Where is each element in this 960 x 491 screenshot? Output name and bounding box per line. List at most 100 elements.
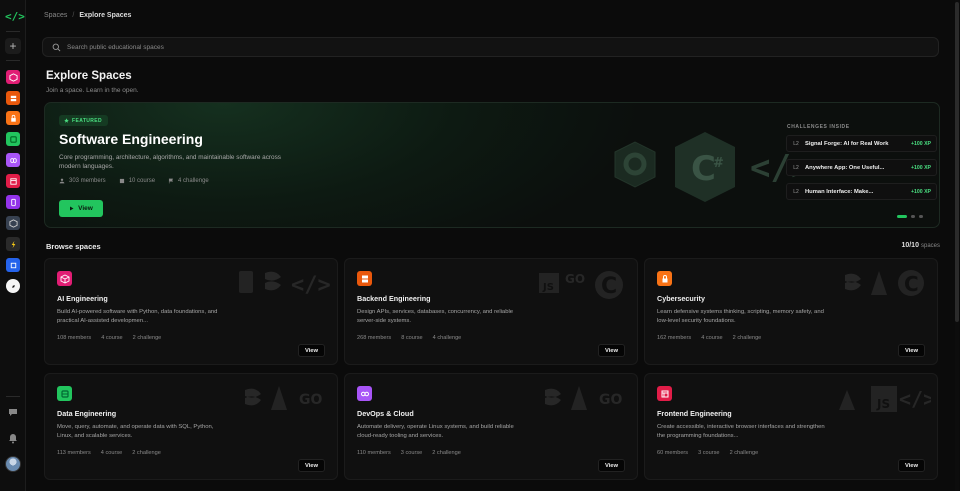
user-avatar[interactable] — [5, 456, 21, 472]
chat-icon[interactable] — [7, 406, 19, 418]
svg-text:JS: JS — [542, 282, 554, 293]
svg-text:</>: </> — [899, 387, 931, 411]
featured-courses-text: 10 course — [128, 178, 156, 184]
tech-decoration-icon: JS </> — [839, 386, 931, 412]
challenge-item[interactable]: L2 Anywhere App: One Useful... +100 XP — [786, 159, 937, 176]
compass-icon[interactable] — [6, 279, 20, 293]
space-card-meta: 108 members 4 course 2 challenge — [57, 335, 161, 341]
layout-icon — [657, 386, 672, 401]
space-card[interactable]: </> AI Engineering Build AI-powered soft… — [44, 258, 338, 365]
space-card-courses: 4 course — [101, 335, 123, 341]
code-logo-icon[interactable]: </> — [5, 9, 25, 25]
challenge-level: L2 — [793, 164, 799, 171]
challenge-xp: +100 XP — [910, 164, 931, 171]
space-card-description: Create accessible, interactive browser i… — [657, 424, 825, 439]
challenge-item[interactable]: L2 Signal Forge: AI for Real Work +100 X… — [786, 135, 937, 152]
space-card-title: DevOps & Cloud — [357, 409, 414, 418]
space-card-challenges: 2 challenge — [732, 335, 762, 341]
challenge-xp: +100 XP — [910, 188, 931, 195]
view-button[interactable]: View — [598, 459, 625, 472]
svg-text:#: # — [713, 156, 724, 171]
space-card-meta: 162 members 4 course 2 challenge — [657, 335, 761, 341]
featured-badge: FEATURED — [59, 115, 109, 126]
space-card-courses: 3 course — [400, 450, 423, 456]
breadcrumb-root[interactable]: Spaces — [44, 12, 67, 19]
space-card-description: Design APIs, services, databases, concur… — [357, 309, 514, 324]
challenge-item[interactable]: L2 Human Interface: Make... +100 XP — [786, 183, 937, 200]
featured-members-text: 303 members — [69, 178, 106, 184]
main-content: Spaces / Explore Spaces Explore Spaces Joi… — [34, 0, 952, 491]
featured-meta: 303 members 10 course 4 challenge — [59, 178, 209, 184]
space-card-members: 110 members — [357, 450, 391, 456]
flag-icon — [169, 178, 174, 184]
featured-view-button[interactable]: View — [59, 200, 103, 217]
space-card[interactable]: JS </> Frontend Engineering Create access… — [644, 373, 938, 480]
tech-decoration-icon: </> — [239, 271, 331, 298]
space-card-challenges: 2 challenge — [132, 335, 162, 341]
featured-members: 303 members — [59, 178, 106, 184]
carousel-dot[interactable] — [911, 215, 915, 218]
challenge-level: L2 — [793, 140, 799, 147]
space-card[interactable]: GO DevOps & Cloud Automate delivery, ope… — [344, 373, 638, 480]
space-card-meta: 60 members 3 course 2 challenge — [657, 450, 758, 456]
featured-challenges: 4 challenge — [168, 178, 209, 184]
rail-space-hexagon-icon[interactable] — [6, 216, 20, 230]
svg-text:GO: GO — [599, 392, 622, 408]
rail-space-bolt-icon[interactable] — [6, 237, 20, 251]
breadcrumb-separator: / — [72, 12, 75, 19]
space-card-challenges: 2 challenge — [729, 450, 759, 456]
featured-courses: 10 course — [119, 178, 155, 184]
space-card-description: Move, query, automate, and operate data … — [57, 424, 214, 439]
space-card-title: Cybersecurity — [657, 294, 705, 303]
space-card-members: 268 members — [357, 335, 392, 341]
rail-space-square-icon[interactable] — [6, 258, 20, 272]
rail-space-infinity-icon[interactable] — [6, 153, 20, 167]
view-button[interactable]: View — [298, 344, 325, 357]
search-icon — [52, 43, 61, 52]
space-card-description: Learn defensive systems thinking, script… — [657, 309, 824, 324]
carousel-dot-active[interactable] — [897, 215, 907, 218]
space-card-members: 162 members — [657, 335, 692, 341]
rail-space-server-icon[interactable] — [6, 91, 20, 105]
carousel-dot[interactable] — [919, 215, 923, 218]
add-space-button[interactable]: + — [5, 38, 21, 54]
featured-title: Software Engineering — [59, 131, 203, 147]
scrollbar[interactable] — [955, 0, 959, 491]
scrollbar-thumb[interactable] — [955, 2, 959, 322]
space-card-title: AI Engineering — [57, 294, 108, 303]
space-card-title: Frontend Engineering — [657, 409, 732, 418]
view-button[interactable]: View — [598, 344, 625, 357]
challenges-inside-label: CHALLENGES INSIDE — [787, 124, 850, 130]
rail-space-database-icon[interactable] — [6, 132, 20, 146]
svg-text:GO: GO — [565, 272, 585, 286]
space-card[interactable]: JS GO C Backend Engineering Design APIs, s… — [344, 258, 638, 365]
search-input[interactable] — [67, 41, 917, 54]
featured-challenges-text: 4 challenge — [178, 178, 209, 184]
space-card-courses: 4 course — [701, 335, 723, 341]
rail-space-lock-icon[interactable] — [6, 111, 20, 125]
svg-text:JS: JS — [876, 397, 890, 411]
breadcrumb: Spaces / Explore Spaces — [44, 12, 131, 19]
featured-badge-label: FEATURED — [72, 117, 103, 124]
play-icon — [70, 206, 74, 211]
view-button[interactable]: View — [298, 459, 325, 472]
tech-decoration-icon: C — [845, 270, 924, 296]
rail-space-layout-icon[interactable] — [6, 174, 20, 188]
rail-space-cube-icon[interactable] — [6, 70, 20, 84]
rail-space-mobile-icon[interactable] — [6, 195, 20, 209]
space-card[interactable]: C Cybersecurity Learn defensive systems … — [644, 258, 938, 365]
space-card[interactable]: GO Data Engineering Move, query, automat… — [44, 373, 338, 480]
page-subtitle: Join a space. Learn in the open. — [46, 87, 139, 94]
book-icon — [119, 178, 124, 184]
star-icon — [64, 118, 69, 123]
cube-icon — [57, 271, 72, 286]
svg-text:C: C — [601, 274, 617, 299]
bell-icon[interactable] — [7, 432, 19, 444]
space-card-meta: 110 members 3 course 2 challenge — [357, 450, 461, 456]
space-card-challenges: 2 challenge — [432, 450, 461, 456]
svg-text:C: C — [904, 272, 919, 296]
view-button[interactable]: View — [898, 459, 925, 472]
view-button[interactable]: View — [898, 344, 925, 357]
search-bar[interactable] — [42, 37, 939, 57]
divider — [6, 396, 20, 397]
